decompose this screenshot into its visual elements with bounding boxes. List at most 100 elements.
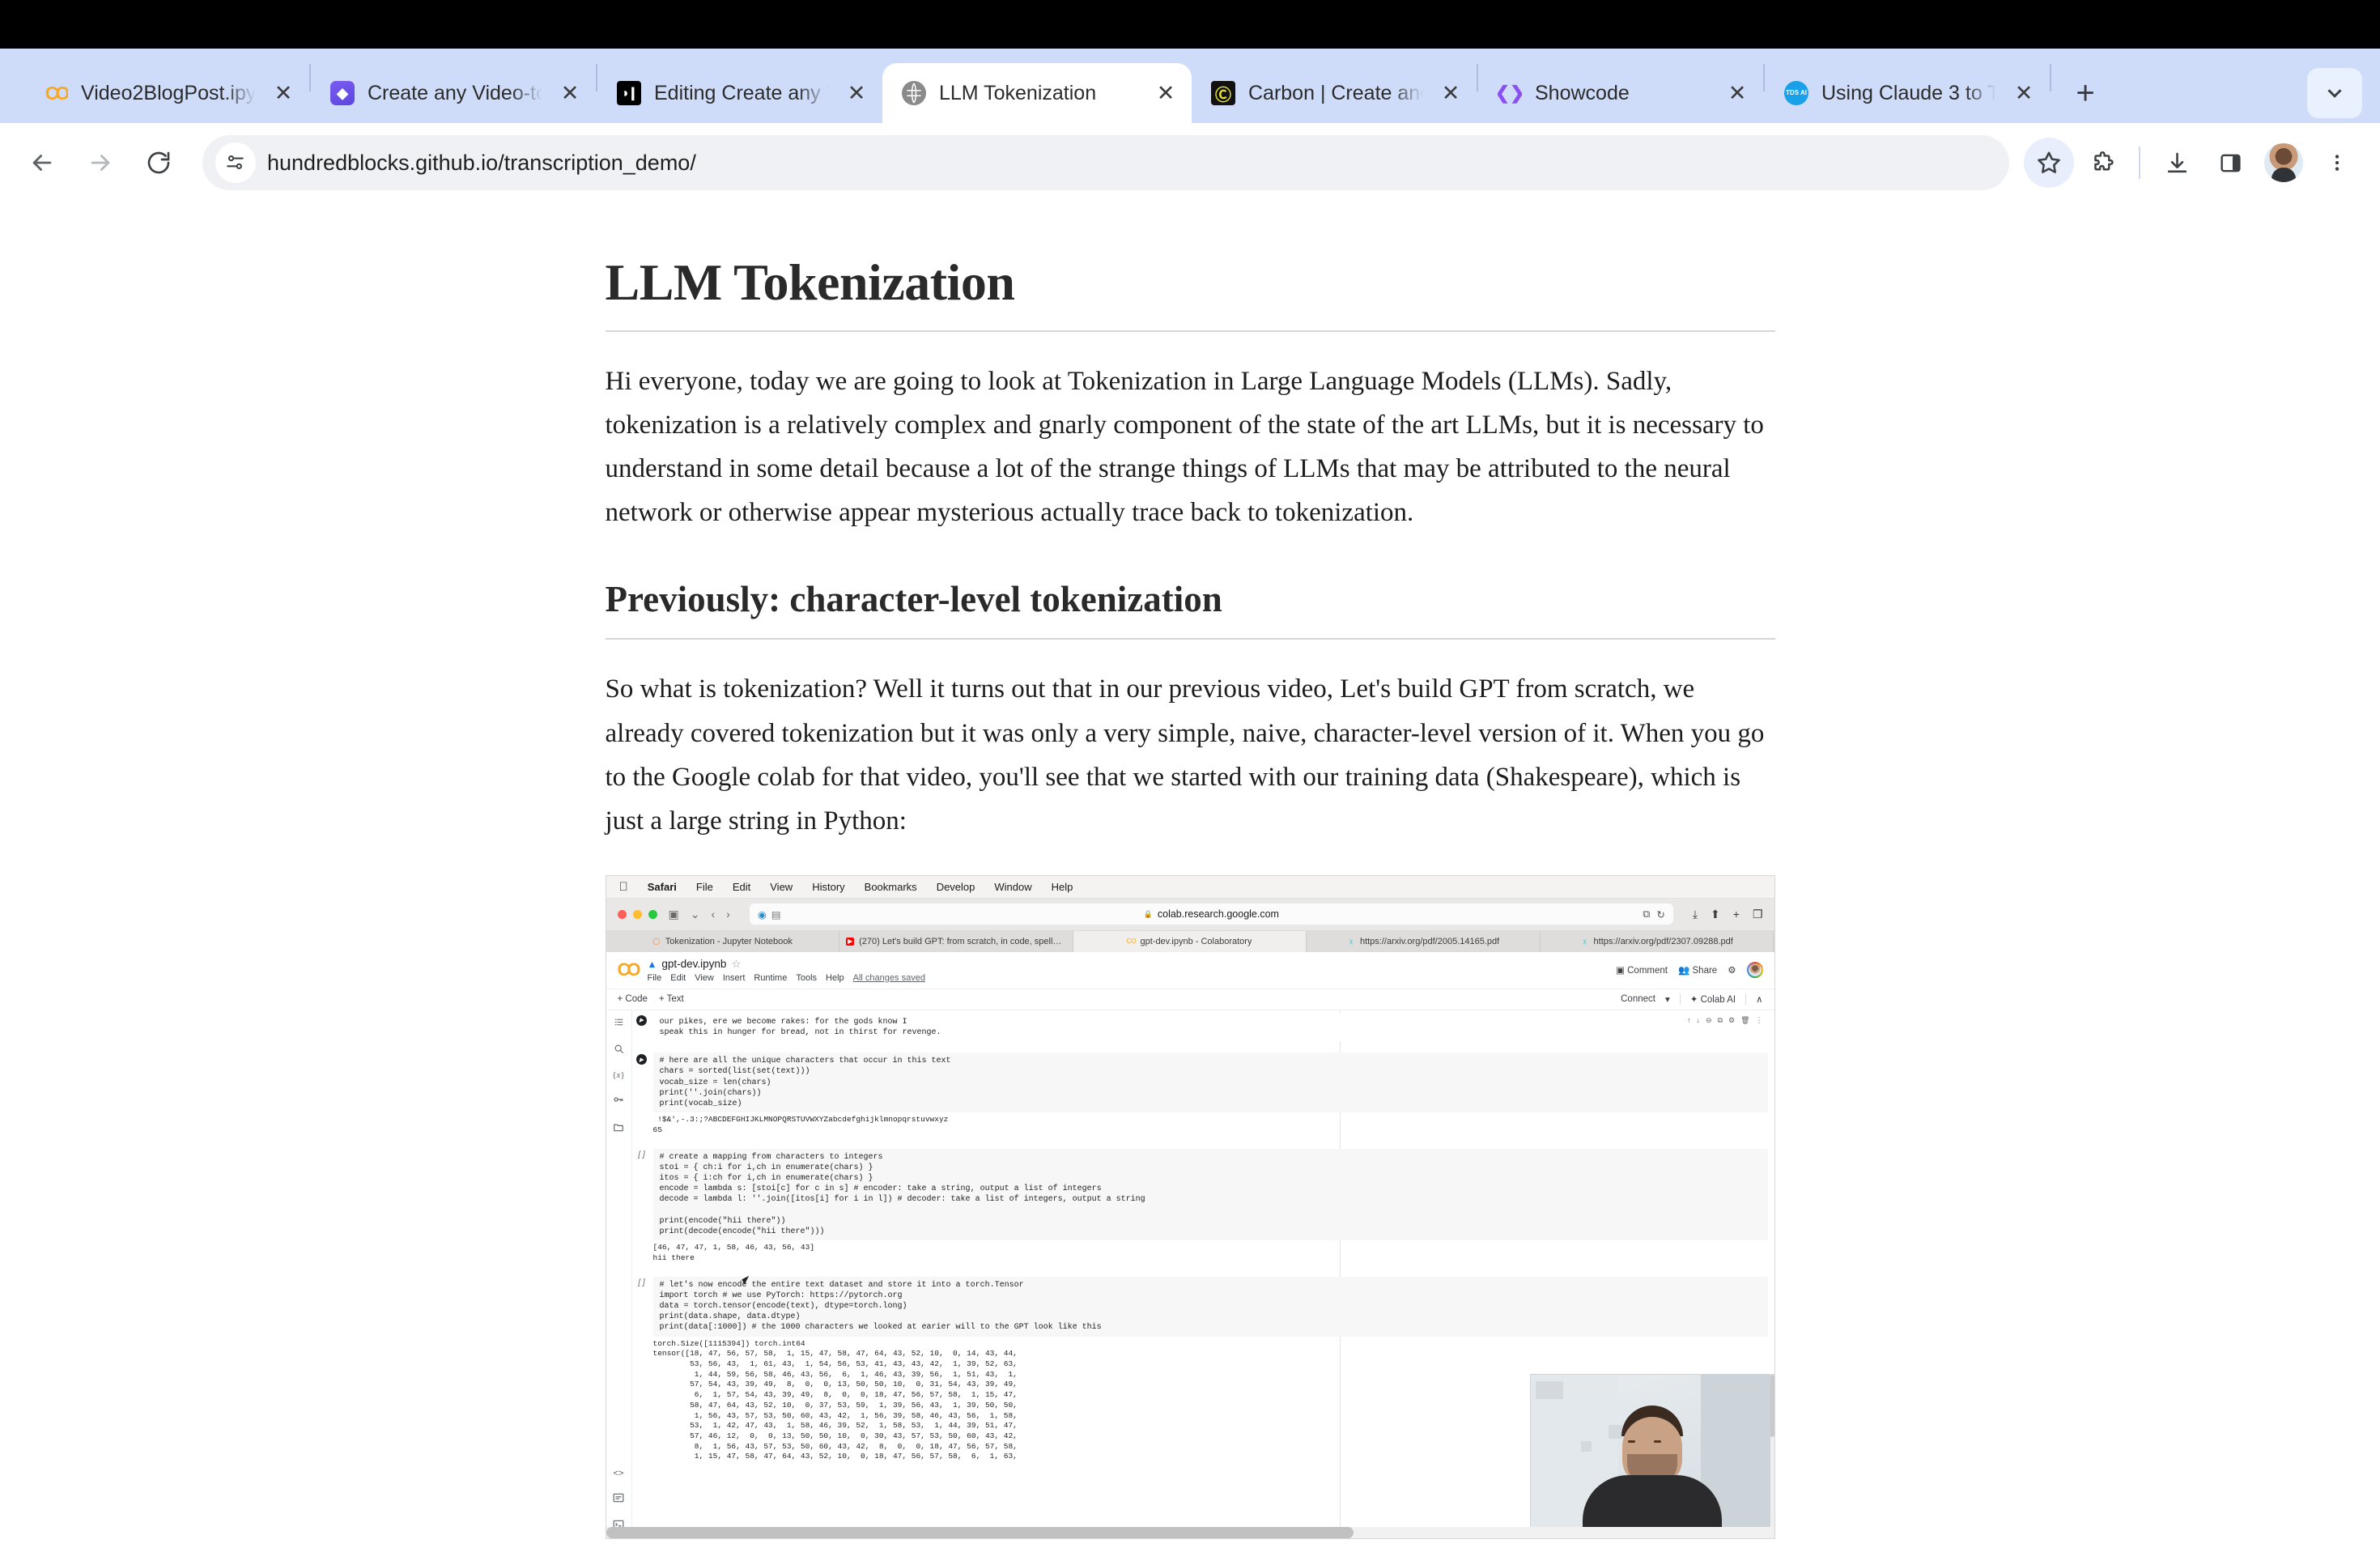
safari-reload-icon[interactable]: ↻ (1656, 908, 1664, 921)
back-button[interactable] (15, 135, 70, 190)
sidebar-toggle-icon[interactable]: ▣ (669, 908, 679, 921)
run-cell-button[interactable]: [ ] (635, 1277, 648, 1337)
run-cell-button[interactable]: ▶ (635, 1053, 648, 1112)
run-cell-button[interactable]: [ ] (635, 1149, 648, 1241)
gear-icon[interactable]: ⚙ (1728, 964, 1736, 976)
address-bar[interactable]: hundredblocks.github.io/transcription_de… (202, 135, 2009, 190)
menu-view[interactable]: View (770, 881, 793, 893)
menu-history[interactable]: History (812, 881, 844, 893)
cell-code-area[interactable]: # let's now encode the entire text datas… (652, 1276, 1768, 1337)
tab-close-button[interactable]: ✕ (269, 79, 298, 108)
move-cell-down-icon[interactable]: ↓ (1697, 1016, 1701, 1025)
safari-tab-youtube[interactable]: ▶ (270) Let's build GPT: from scratch, i… (839, 930, 1073, 952)
tab-close-button[interactable]: ✕ (2009, 79, 2038, 108)
toc-icon[interactable] (614, 1017, 624, 1030)
menu-window[interactable]: Window (994, 881, 1031, 893)
new-tab-button[interactable]: + (1733, 908, 1740, 921)
colab-menu-tools[interactable]: Tools (796, 973, 817, 983)
run-cell-button[interactable]: ▶ (635, 1014, 648, 1041)
menu-file[interactable]: File (696, 881, 713, 893)
profile-avatar[interactable] (2259, 138, 2309, 188)
cell-toolbar[interactable]: ↑ ↓ ⊖ ⧉ ⚙ 🗑 ⋮ (1687, 1016, 1763, 1025)
side-panel-icon[interactable] (2205, 138, 2255, 188)
menu-edit[interactable]: Edit (733, 881, 750, 893)
tab-close-button[interactable]: ✕ (555, 79, 584, 108)
new-tab-button[interactable]: + (2063, 70, 2108, 116)
notebook-cell-char-mapping[interactable]: [ ] # create a mapping from characters t… (635, 1148, 1768, 1264)
maximize-window-button[interactable] (648, 909, 657, 919)
notebook-scrollbar[interactable] (1770, 1374, 1774, 1538)
chevron-down-icon[interactable]: ▾ (1665, 993, 1670, 1005)
safari-tab-arxiv-1[interactable]: χ https://arxiv.org/pdf/2005.14165.pdf (1307, 930, 1541, 952)
downloads-icon[interactable]: ⤓ (1693, 908, 1698, 921)
privacy-shield-icon[interactable]: ◉ (758, 908, 767, 921)
download-icon[interactable] (2152, 138, 2202, 188)
reload-button[interactable] (131, 135, 186, 190)
tab-close-button[interactable]: ✕ (1723, 79, 1752, 108)
browser-tab-0[interactable]: CO Video2BlogPost.ipynb ✕ (24, 63, 309, 123)
cell-code-area[interactable]: # here are all the unique characters tha… (652, 1053, 1768, 1113)
safari-tab-jupyter[interactable]: ◯ Tokenization - Jupyter Notebook (606, 930, 840, 952)
colab-menu-view[interactable]: View (695, 973, 714, 983)
star-icon[interactable]: ☆ (731, 958, 741, 971)
delete-cell-icon[interactable]: 🗑 (1740, 1016, 1749, 1025)
variables-icon[interactable]: {x} (612, 1070, 624, 1080)
move-cell-up-icon[interactable]: ↑ (1687, 1016, 1691, 1025)
safari-address-bar[interactable]: ◉ ▤ 🔒 colab.research.google.com ⧉ ↻ (749, 904, 1673, 925)
safari-forward-button[interactable]: › (726, 908, 730, 921)
browser-menu-icon[interactable] (2312, 138, 2362, 188)
secrets-icon[interactable] (613, 1094, 624, 1108)
command-palette-icon[interactable] (613, 1492, 624, 1505)
add-text-button[interactable]: + Text (659, 994, 684, 1004)
notebook-name[interactable]: gpt-dev.ipynb (661, 958, 726, 970)
cell-settings-icon[interactable]: ⚙ (1728, 1016, 1735, 1025)
menu-bookmarks[interactable]: Bookmarks (865, 881, 917, 893)
share-button[interactable]: 👥 Share (1678, 964, 1717, 976)
safari-tab-colab-active[interactable]: CO gpt-dev.ipynb - Colaboratory (1073, 930, 1307, 952)
forward-button[interactable] (73, 135, 128, 190)
colab-menu-runtime[interactable]: Runtime (754, 973, 787, 983)
chevron-down-icon[interactable]: ⌄ (691, 908, 700, 921)
window-controls[interactable] (617, 909, 657, 919)
browser-tab-5[interactable]: ❮❯ Showcode ✕ (1478, 63, 1763, 123)
colab-ai-button[interactable]: ✦ Colab AI (1690, 993, 1736, 1005)
browser-tab-4[interactable]: Ⓒ Carbon | Create and s ✕ (1192, 63, 1477, 123)
account-avatar[interactable] (1746, 962, 1763, 979)
colab-menu-insert[interactable]: Insert (723, 973, 746, 983)
share-icon[interactable]: ⬆ (1711, 908, 1720, 921)
add-code-button[interactable]: + Code (618, 994, 648, 1004)
collapse-toolbar-icon[interactable]: ∧ (1756, 993, 1762, 1005)
tab-overview-icon[interactable]: ❐ (1753, 908, 1763, 921)
tab-close-button[interactable]: ✕ (1436, 79, 1465, 108)
notebook-cell-unique-chars[interactable]: ▶ # here are all the unique characters t… (635, 1053, 1768, 1135)
menu-safari[interactable]: Safari (648, 881, 677, 893)
colab-menu-help[interactable]: Help (826, 973, 844, 983)
safari-back-button[interactable]: ‹ (711, 908, 715, 921)
browser-tab-1[interactable]: ◆ Create any Video-to- ✕ (311, 63, 596, 123)
connect-button[interactable]: Connect (1621, 994, 1655, 1004)
tab-close-button[interactable]: ✕ (842, 79, 871, 108)
comment-button[interactable]: ▣ Comment (1616, 964, 1668, 976)
notebook-cell-shakespeare-output[interactable]: ▶ ↑ ↓ ⊖ ⧉ ⚙ 🗑 ⋮ our pikes, ere we become… (635, 1013, 1768, 1042)
files-icon[interactable] (613, 1121, 624, 1135)
close-window-button[interactable] (617, 909, 627, 919)
cell-more-icon[interactable]: ⋮ (1756, 1016, 1763, 1025)
menu-help[interactable]: Help (1052, 881, 1073, 893)
colab-logo-icon[interactable]: CO (618, 959, 641, 980)
tab-close-button[interactable]: ✕ (1151, 79, 1180, 108)
browser-tab-2[interactable]: ◑❙ Editing Create any Vid ✕ (597, 63, 882, 123)
browser-tab-3-active[interactable]: LLM Tokenization ✕ (882, 63, 1192, 123)
cell-code-area[interactable]: # create a mapping from characters to in… (652, 1148, 1768, 1241)
code-snippets-icon[interactable]: <> (614, 1469, 624, 1478)
search-icon[interactable] (614, 1044, 624, 1057)
browser-tab-6[interactable]: TDS AI Using Claude 3 to Tra ✕ (1765, 63, 2050, 123)
menu-develop[interactable]: Develop (937, 881, 975, 893)
site-settings-icon[interactable] (215, 142, 256, 183)
bookmark-star-icon[interactable] (2024, 138, 2074, 188)
translate-icon[interactable]: ⧉ (1643, 908, 1650, 921)
colab-menu-edit[interactable]: Edit (670, 973, 686, 983)
colab-menu-file[interactable]: File (648, 973, 662, 983)
link-cell-icon[interactable]: ⊖ (1706, 1016, 1712, 1025)
chevron-down-icon[interactable] (2307, 68, 2362, 118)
copy-cell-icon[interactable]: ⧉ (1718, 1016, 1723, 1025)
